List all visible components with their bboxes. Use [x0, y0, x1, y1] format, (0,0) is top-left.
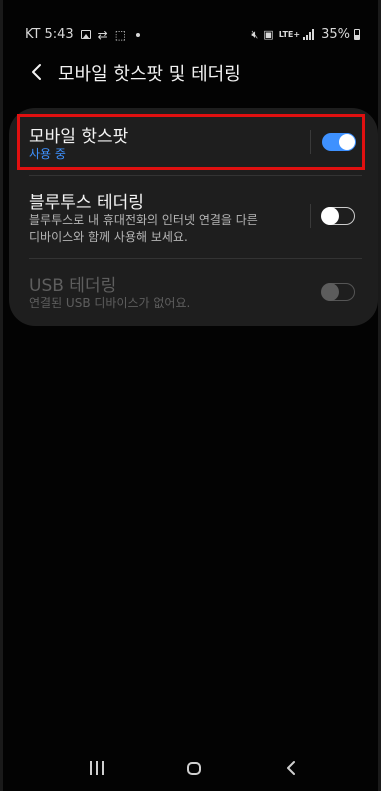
row-separator — [310, 130, 311, 154]
bluetooth-tethering-desc-line1: 블루투스로 내 휴대전화의 인터넷 연결을 다른 — [29, 213, 258, 227]
dot-icon — [136, 32, 141, 37]
usb-tethering-title: USB 테더링 — [29, 276, 117, 296]
toggle-knob — [321, 282, 339, 301]
battery-percent: 35% — [321, 27, 350, 42]
mobile-hotspot-toggle[interactable] — [322, 133, 356, 151]
screen: KT 5:43 ⇄ ⬚ 🔇︎ ▣ LTE+ 35% 모바일 핫스팟 및 테더링 — [0, 0, 381, 791]
carrier-label: KT — [25, 27, 41, 42]
home-icon — [187, 761, 201, 775]
clock: 5:43 — [44, 27, 74, 42]
mobile-hotspot-status: 사용 중 — [29, 147, 66, 161]
hd-icon: ▣ — [263, 28, 274, 41]
mute-icon: 🔇︎ — [251, 27, 259, 41]
picture-icon — [80, 30, 91, 39]
recent-apps-button[interactable] — [77, 756, 117, 780]
page-title: 모바일 핫스팟 및 테더링 — [58, 64, 241, 85]
nav-back-button[interactable] — [271, 756, 311, 780]
setting-row-mobile-hotspot[interactable]: 모바일 핫스팟 사용 중 — [9, 108, 378, 176]
setting-row-usb-tethering: USB 테더링 연결된 USB 디바이스가 없어요. — [9, 259, 378, 326]
back-icon — [287, 761, 295, 775]
app-header: 모바일 핫스팟 및 테더링 — [3, 56, 381, 90]
back-button[interactable] — [23, 58, 51, 86]
home-button[interactable] — [174, 756, 214, 780]
settings-card: 모바일 핫스팟 사용 중 블루투스 테더링 블루투스로 내 휴대전화의 인터넷 … — [9, 108, 378, 326]
bluetooth-tethering-toggle[interactable] — [321, 206, 355, 225]
screenshot-icon: ⬚ — [114, 27, 127, 42]
mobile-hotspot-title: 모바일 핫스팟 — [29, 127, 129, 147]
chevron-left-icon — [32, 64, 41, 80]
navigation-bar — [3, 748, 381, 788]
row-separator — [310, 204, 311, 228]
bluetooth-tethering-desc-line2: 디바이스와 함께 사용해 보세요. — [29, 230, 188, 244]
signal-icon — [303, 29, 315, 40]
setting-row-bluetooth-tethering[interactable]: 블루투스 테더링 블루투스로 내 휴대전화의 인터넷 연결을 다른 디바이스와 … — [9, 176, 378, 256]
usb-tethering-toggle — [321, 282, 355, 301]
battery-icon — [354, 29, 360, 40]
toggle-knob — [321, 206, 339, 225]
lte-icon: LTE+ — [278, 29, 301, 39]
status-bar: KT 5:43 ⇄ ⬚ 🔇︎ ▣ LTE+ 35% — [3, 22, 381, 48]
recent-apps-icon — [88, 761, 106, 775]
usb-tethering-desc: 연결된 USB 디바이스가 없어요. — [29, 296, 191, 310]
bluetooth-tethering-title: 블루투스 테더링 — [29, 193, 144, 213]
sync-icon: ⇄ — [97, 27, 108, 42]
toggle-knob — [338, 133, 356, 151]
